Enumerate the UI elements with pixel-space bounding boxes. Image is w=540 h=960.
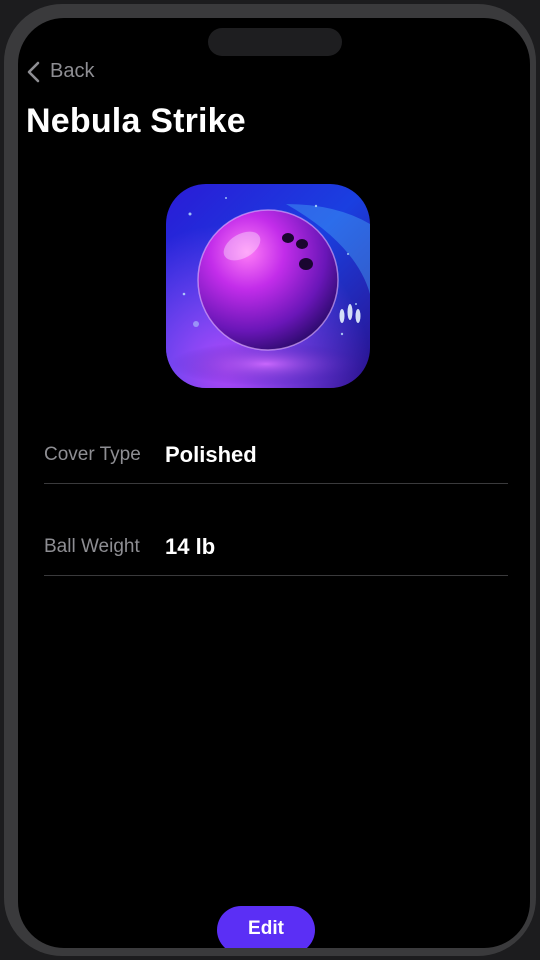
detail-row-ball-weight: Ball Weight 14 lb: [44, 519, 508, 576]
detail-value: Polished: [165, 442, 257, 467]
device-frame: Back Nebula Strike Cover Type Polished B…: [0, 0, 540, 960]
chevron-left-icon: [27, 61, 40, 82]
detail-label: Cover Type: [44, 444, 141, 465]
detail-row-cover-type: Cover Type Polished: [44, 427, 508, 484]
detail-label: Ball Weight: [44, 536, 140, 557]
back-button[interactable]: Back: [26, 60, 94, 83]
dynamic-island: [208, 28, 342, 56]
detail-value: 14 lb: [165, 534, 216, 559]
back-label: Back: [50, 60, 95, 82]
page-title: Nebula Strike: [26, 102, 246, 140]
app-screen: Back Nebula Strike Cover Type Polished B…: [18, 18, 530, 948]
edit-button[interactable]: Edit: [217, 906, 315, 948]
device-bezel: Back Nebula Strike Cover Type Polished B…: [4, 4, 536, 956]
bowling-ball-image: [166, 184, 370, 388]
